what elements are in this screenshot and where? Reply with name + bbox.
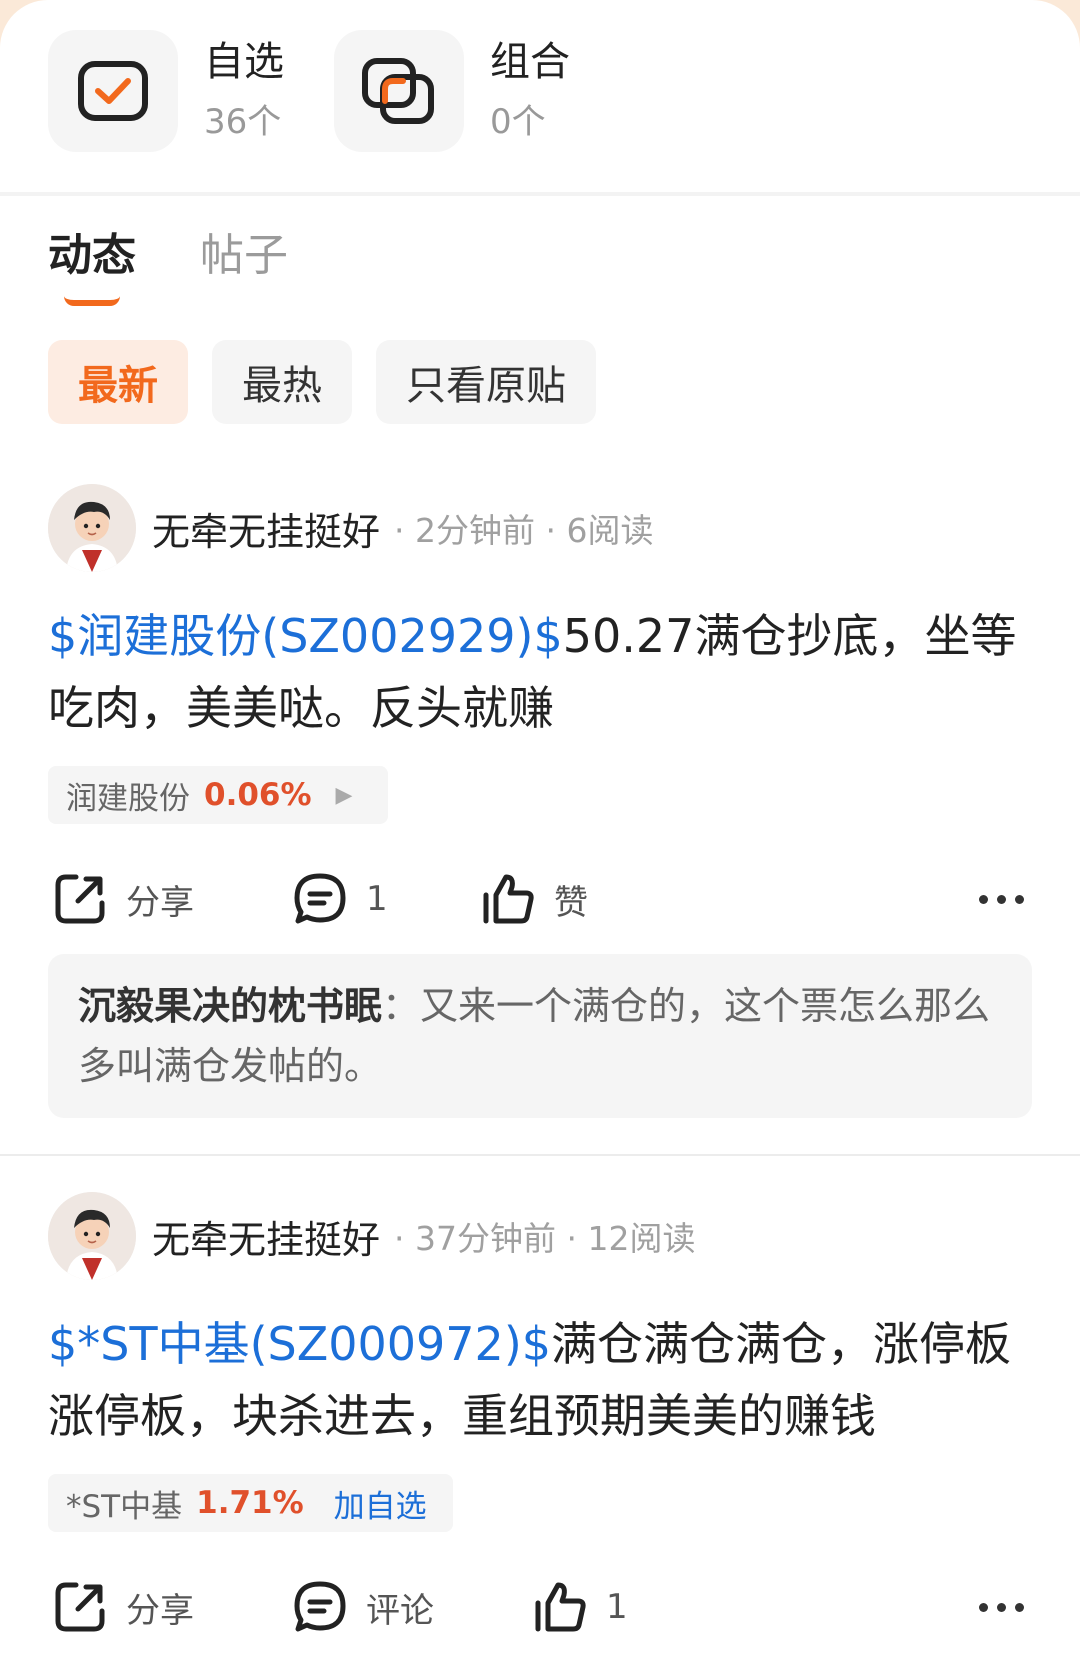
stock-chip-name: *ST中基 <box>66 1488 183 1525</box>
comment-preview[interactable]: 沉毅果决的枕书眠：又来一个满仓的，这个票怎么那么多叫满仓发帖的。 <box>48 954 1032 1118</box>
like-button[interactable]: 1 <box>532 1572 628 1642</box>
quick-cards: 自选 36个 组合 0个 <box>48 30 620 152</box>
portfolio-squares-icon <box>334 30 464 152</box>
comment-author[interactable]: 沉毅果决的枕书眠 <box>78 984 382 1028</box>
avatar[interactable] <box>48 484 136 572</box>
comment-button[interactable]: 评论 <box>292 1572 434 1642</box>
like-count: 1 <box>606 1587 628 1627</box>
section-divider <box>0 192 1080 196</box>
stock-link[interactable]: $*ST中基(SZ000972)$ <box>48 1317 551 1371</box>
add-watchlist-button[interactable]: 加自选 <box>334 1481 427 1526</box>
watchlist-card[interactable]: 自选 36个 <box>48 30 284 152</box>
checkbox-icon <box>48 30 178 152</box>
like-label: 赞 <box>554 882 588 923</box>
portfolio-count: 0个 <box>490 102 546 142</box>
filter-hot[interactable]: 最热 <box>212 340 352 424</box>
stock-chip[interactable]: 润建股份 0.06% ▶ <box>48 766 389 824</box>
comment-sep: ： <box>382 984 421 1028</box>
author-name[interactable]: 无牵无挂挺好 <box>152 1209 380 1264</box>
post-actions: 分享 评论 1 <box>0 1572 1080 1642</box>
post-body: $润建股份(SZ002929)$50.27满仓抄底，坐等吃肉，美美哒。反头就赚 <box>48 600 1038 744</box>
share-label: 分享 <box>126 1590 194 1631</box>
comment-label: 评论 <box>366 1590 434 1631</box>
comment-icon <box>292 1579 348 1635</box>
comment-icon <box>292 871 348 927</box>
thumbs-up-icon <box>480 871 536 927</box>
share-icon <box>52 1579 108 1635</box>
share-icon <box>52 871 108 927</box>
more-icon[interactable] <box>970 864 1024 934</box>
post-card: 无牵无挂挺好 · 37分钟前 · 12阅读 $*ST中基(SZ000972)$满… <box>0 1192 1080 1679</box>
filter-latest[interactable]: 最新 <box>48 340 188 424</box>
tab-active-indicator <box>64 296 120 306</box>
post-meta: · 2分钟前 · 6阅读 <box>394 511 654 550</box>
stock-chip-change: 1.71% <box>196 1485 304 1521</box>
comment-count: 1 <box>366 879 388 919</box>
like-button[interactable]: 赞 <box>480 864 588 934</box>
post-body: $*ST中基(SZ000972)$满仓满仓满仓，涨停板涨停板，块杀进去，重组预期… <box>48 1308 1038 1452</box>
tab-posts[interactable]: 帖子 <box>200 228 288 284</box>
tab-activity[interactable]: 动态 <box>48 228 136 284</box>
avatar[interactable] <box>48 1192 136 1280</box>
thumbs-up-icon <box>532 1579 588 1635</box>
more-icon[interactable] <box>970 1572 1024 1642</box>
stock-chip-name: 润建股份 <box>66 780 190 817</box>
stock-chip[interactable]: *ST中基 1.71% 加自选 <box>48 1474 453 1532</box>
stock-link[interactable]: $润建股份(SZ002929)$ <box>48 609 563 663</box>
watchlist-count: 36个 <box>204 102 282 142</box>
share-button[interactable]: 分享 <box>52 864 194 934</box>
filter-original-only[interactable]: 只看原贴 <box>376 340 596 424</box>
post-meta: · 37分钟前 · 12阅读 <box>394 1219 696 1258</box>
share-label: 分享 <box>126 882 194 923</box>
stock-chip-change: 0.06% <box>204 777 312 813</box>
share-button[interactable]: 分享 <box>52 1572 194 1642</box>
portfolio-card[interactable]: 组合 0个 <box>334 30 570 152</box>
portfolio-title: 组合 <box>490 39 570 85</box>
filter-chips: 最新 最热 只看原贴 <box>48 340 620 424</box>
post-divider <box>0 1154 1080 1156</box>
author-name[interactable]: 无牵无挂挺好 <box>152 501 380 556</box>
chevron-right-icon: ▶ <box>335 782 353 808</box>
post-actions: 分享 1 赞 <box>0 864 1080 934</box>
comment-button[interactable]: 1 <box>292 864 388 934</box>
page: 自选 36个 组合 0个 动态 帖子 最新 最热 只看原贴 无牵无挂挺好 · 2… <box>0 0 1080 1679</box>
watchlist-title: 自选 <box>204 39 284 85</box>
post-card: 无牵无挂挺好 · 2分钟前 · 6阅读 $润建股份(SZ002929)$50.2… <box>0 484 1080 1154</box>
